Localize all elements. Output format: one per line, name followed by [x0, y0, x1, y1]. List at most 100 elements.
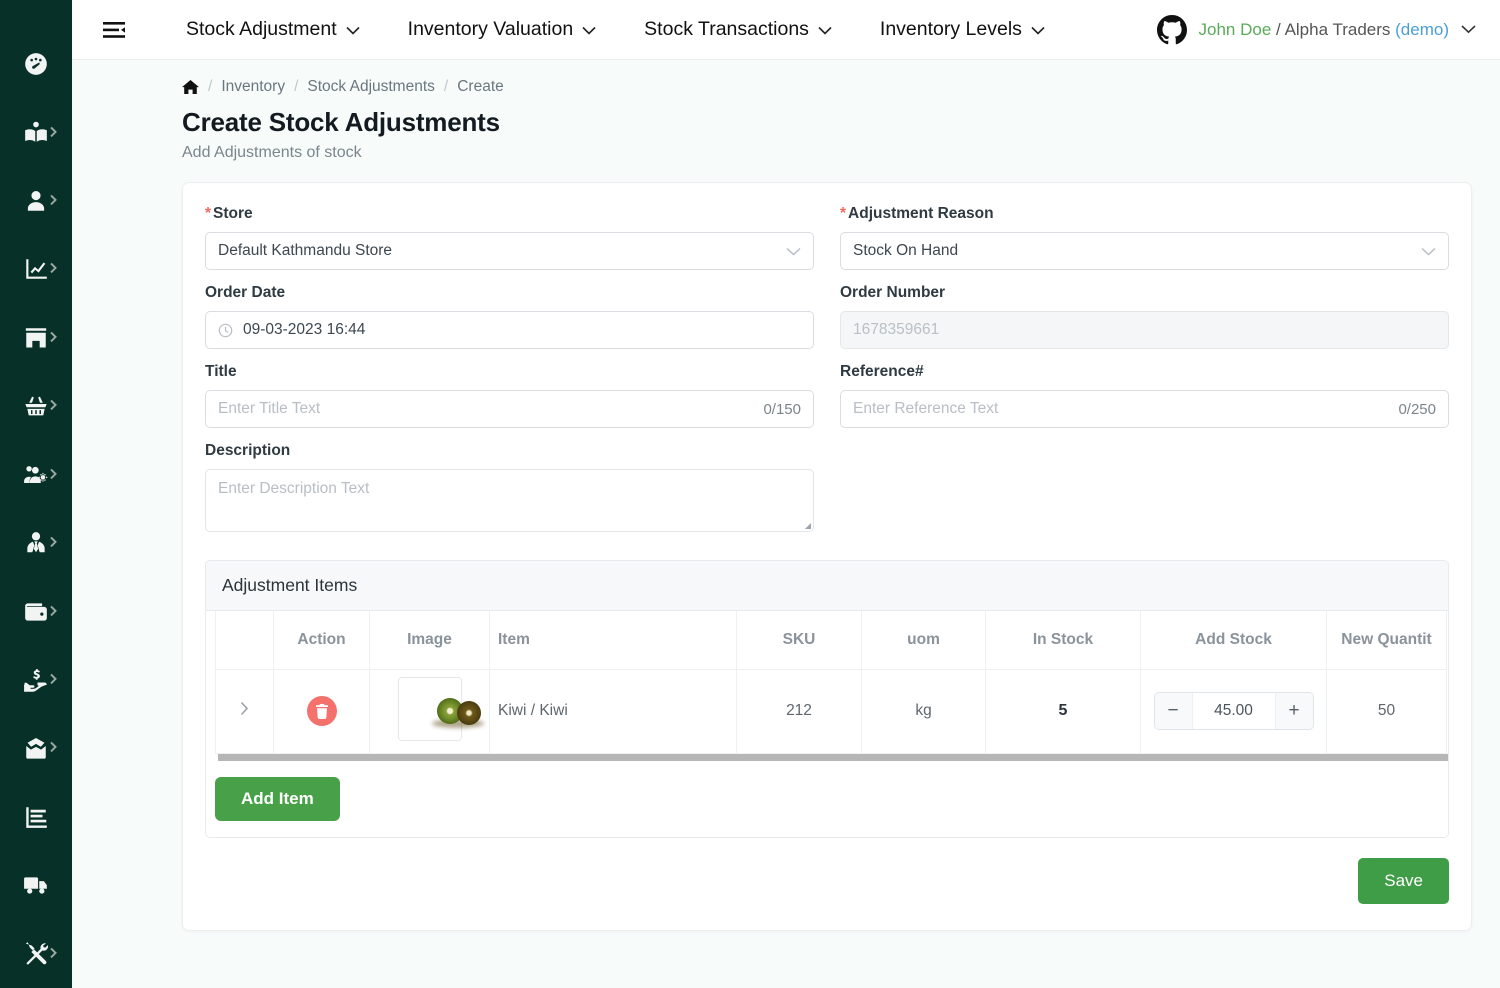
title-input[interactable]: Enter Title Text 0/150	[205, 390, 814, 428]
user-org: Alpha Traders	[1284, 19, 1391, 39]
description-label: Description	[205, 442, 291, 459]
required-marker: *	[205, 205, 212, 222]
sidebar-item-dashboard[interactable]	[0, 30, 72, 98]
nav-label: Inventory Valuation	[407, 18, 574, 40]
nav-item-stock-transactions[interactable]: Stock Transactions	[620, 18, 856, 41]
row-expand-cell[interactable]	[215, 668, 274, 754]
sidebar-item-employees[interactable]	[0, 509, 72, 577]
order-date-value: 09-03-2023 16:44	[243, 321, 366, 338]
field-adjustment-reason: * Adjustment Reason Stock On Hand	[840, 205, 1449, 270]
tools-icon	[23, 941, 49, 967]
th-new-quantity: New Quantit	[1326, 611, 1447, 670]
stepper-increment-button[interactable]: +	[1274, 693, 1313, 729]
chevron-down-icon	[1461, 21, 1476, 39]
sidebar-item-payments[interactable]	[0, 577, 72, 645]
chevron-down-icon	[582, 18, 596, 41]
bars-staggered-icon[interactable]	[100, 16, 128, 44]
row-sku: 212	[736, 668, 862, 754]
chevron-right-icon	[50, 673, 57, 685]
adjustment-reason-value: Stock On Hand	[853, 242, 959, 259]
store-select[interactable]: Default Kathmandu Store	[205, 232, 814, 270]
title-label: Title	[205, 363, 237, 380]
adjustment-reason-label-text: Adjustment Reason	[848, 205, 994, 222]
order-date-label: Order Date	[205, 284, 286, 301]
sidebar-item-settings[interactable]	[0, 919, 72, 987]
add-item-row: Add Item	[206, 762, 1448, 837]
quantity-stepper: − 45.00 +	[1153, 692, 1314, 730]
user-menu[interactable]: John Doe / Alpha Traders (demo)	[1156, 14, 1480, 45]
topbar: Stock Adjustment Inventory Valuation Sto…	[72, 0, 1500, 60]
row-new-quantity: 50	[1326, 668, 1447, 754]
nav-item-inventory-valuation[interactable]: Inventory Valuation	[384, 18, 621, 41]
sidebar-item-customers[interactable]	[0, 167, 72, 235]
row-in-stock: 5	[985, 668, 1141, 754]
sidebar-item-inbox[interactable]	[0, 714, 72, 782]
row-image-cell	[369, 668, 490, 754]
user-name: John Doe	[1198, 19, 1272, 39]
nav-label: Inventory Levels	[879, 18, 1022, 40]
nav-item-stock-adjustment[interactable]: Stock Adjustment	[162, 18, 384, 41]
sidebar-item-reports[interactable]	[0, 783, 72, 851]
clock-icon	[218, 323, 233, 338]
chart-bar-icon	[23, 804, 49, 830]
adjustment-reason-select[interactable]: Stock On Hand	[840, 232, 1449, 270]
sidebar-item-analytics[interactable]	[0, 235, 72, 303]
th-image: Image	[369, 611, 490, 670]
chevron-right-icon[interactable]	[240, 701, 249, 720]
chevron-right-icon	[50, 263, 57, 274]
order-number-label: Order Number	[840, 284, 946, 301]
breadcrumb-item-stock-adjustments[interactable]: Stock Adjustments	[307, 78, 435, 96]
page-header: / Inventory / Stock Adjustments / Create…	[72, 60, 1500, 162]
chevron-right-icon	[50, 468, 57, 479]
form-grid: * Store Default Kathmandu Store * Adjustme…	[205, 205, 1449, 546]
page-subtitle: Add Adjustments of stock	[182, 144, 362, 161]
th-sku: SKU	[736, 611, 862, 670]
add-item-button[interactable]: Add Item	[215, 776, 340, 821]
delete-row-button[interactable]	[306, 696, 337, 726]
th-in-stock: In Stock	[985, 611, 1141, 670]
chevron-right-icon	[50, 126, 57, 137]
reference-placeholder: Enter Reference Text	[853, 400, 999, 417]
breadcrumb: / Inventory / Stock Adjustments / Create	[182, 78, 1500, 96]
chevron-right-icon	[50, 400, 57, 411]
breadcrumb-item-inventory[interactable]: Inventory	[221, 78, 285, 96]
field-order-number: Order Number 1678359661	[840, 284, 1449, 349]
sidebar-item-shipping[interactable]	[0, 851, 72, 919]
store-label: * Store	[205, 205, 814, 223]
description-textarea[interactable]: Enter Description Text	[205, 469, 814, 532]
sidebar-item-catalog[interactable]	[0, 98, 72, 166]
th-action: Action	[273, 611, 370, 670]
stepper-value[interactable]: 45.00	[1192, 693, 1275, 729]
sidebar-item-stores[interactable]	[0, 304, 72, 372]
row-add-stock-cell: − 45.00 +	[1140, 668, 1327, 754]
breadcrumb-separator: /	[294, 78, 299, 95]
scrollbar-thumb[interactable]	[218, 753, 1448, 761]
breadcrumb-item-create: Create	[457, 78, 504, 95]
row-uom: kg	[861, 668, 986, 754]
user-separator: /	[1276, 19, 1281, 39]
order-number-input: 1678359661	[840, 311, 1449, 349]
table-horizontal-scrollbar[interactable]	[215, 753, 1448, 763]
nav-item-inventory-levels[interactable]: Inventory Levels	[856, 18, 1069, 41]
order-date-input[interactable]: 09-03-2023 16:44	[205, 311, 814, 349]
users-gear-icon	[23, 462, 49, 488]
reference-input[interactable]: Enter Reference Text 0/250	[840, 390, 1449, 428]
home-icon[interactable]	[182, 79, 199, 95]
wallet-icon	[23, 599, 49, 625]
truck-icon	[23, 872, 49, 898]
chevron-down-icon	[786, 247, 801, 256]
th-add-stock: Add Stock	[1140, 611, 1327, 670]
field-store: * Store Default Kathmandu Store	[205, 205, 814, 270]
chevron-right-icon	[50, 536, 57, 548]
items-table-head: Action Image Item SKU uom In Stock Add S…	[215, 611, 1447, 670]
sidebar-item-user-management[interactable]	[0, 441, 72, 509]
nav-label: Stock Adjustment	[186, 18, 337, 40]
user-mode: (demo)	[1395, 19, 1449, 39]
trash-icon	[315, 703, 329, 719]
items-table-wrap: Action Image Item SKU uom In Stock Add S…	[206, 611, 1448, 754]
sidebar-item-expenses[interactable]	[0, 646, 72, 714]
stepper-decrement-button[interactable]: −	[1154, 693, 1193, 729]
sidebar-item-purchases[interactable]	[0, 372, 72, 440]
save-button[interactable]: Save	[1358, 857, 1449, 904]
